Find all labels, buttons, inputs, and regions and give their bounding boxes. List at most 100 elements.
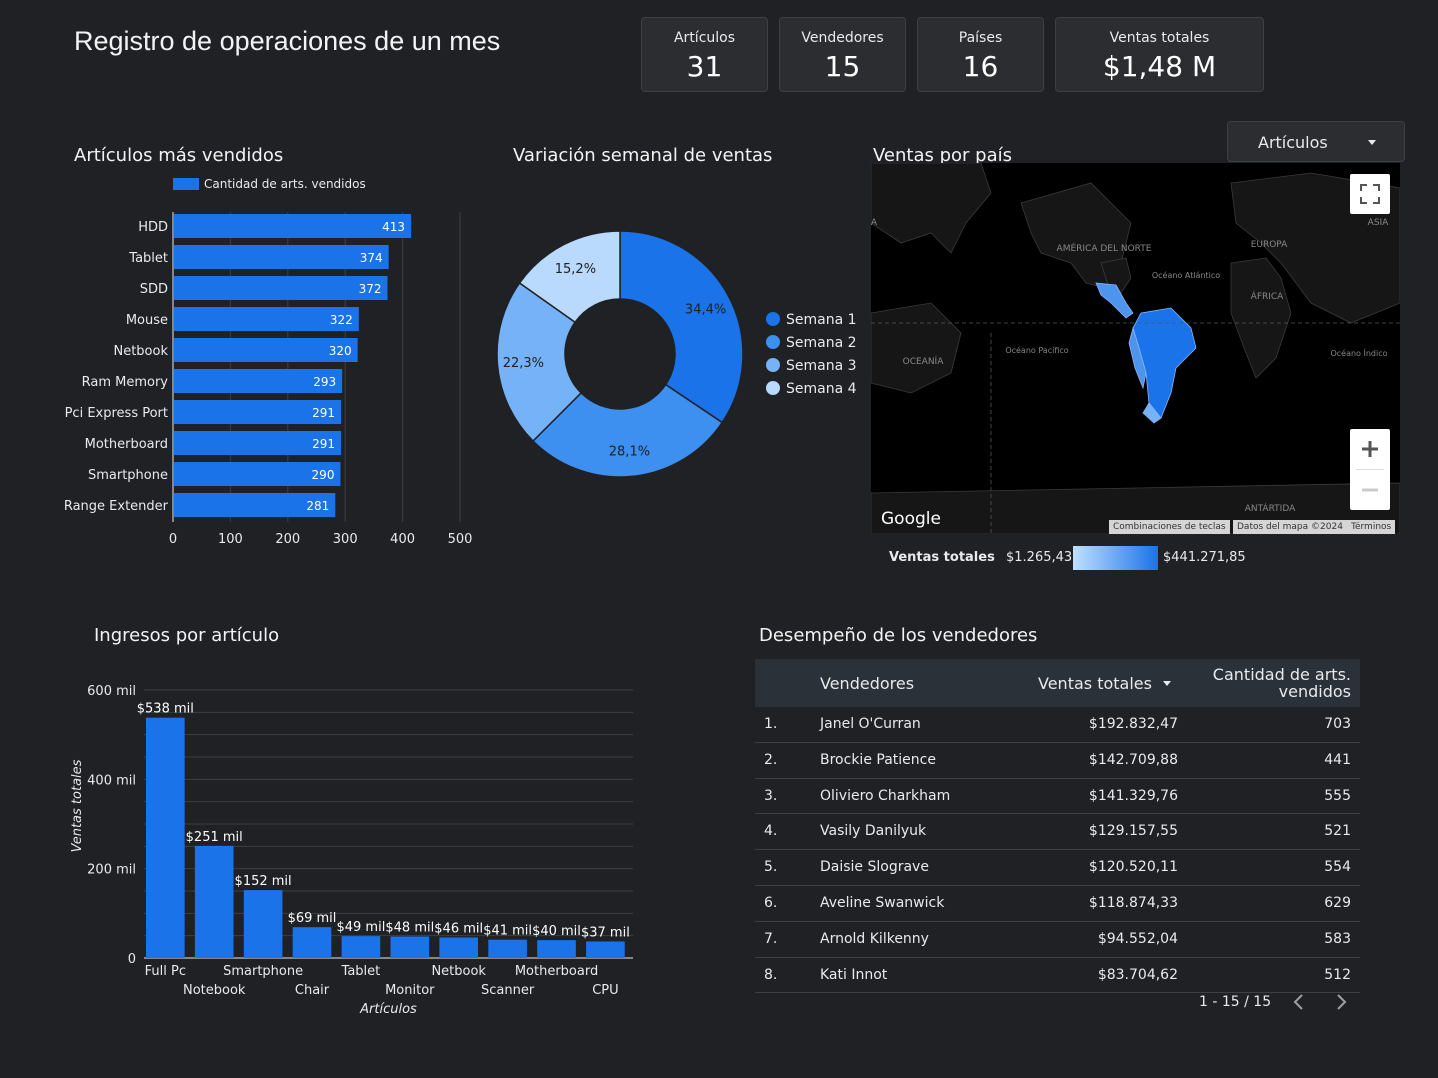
table-row[interactable]: 5. Daisie Slograve $120.520,11 554 [755, 850, 1360, 886]
next-page-icon[interactable] [1332, 992, 1350, 1012]
country-map[interactable]: ASIA A AMÉRICA DEL NORTE EUROPA Océano A… [871, 163, 1400, 534]
bar[interactable] [341, 936, 381, 958]
table-row[interactable]: 2. Brockie Patience $142.709,88 441 [755, 743, 1360, 779]
bar[interactable] [174, 276, 388, 300]
plus-icon [1362, 441, 1378, 457]
zoom-out-button[interactable] [1350, 470, 1390, 510]
kpi-value: 16 [962, 50, 999, 83]
category-label: Netbook [431, 964, 486, 979]
table-row[interactable]: 4. Vasily Danilyuk $129.157,55 521 [755, 814, 1360, 851]
seller-sales: $118.874,33 [1088, 894, 1178, 911]
seller-items: 703 [1324, 716, 1351, 732]
bar-value-label: $251 mil [186, 830, 243, 845]
category-label: Tablet [128, 251, 168, 266]
sellers-title: Desempeño de los vendedores [759, 625, 1038, 646]
y-tick-label: 400 mil [87, 773, 136, 788]
prev-page-icon[interactable] [1290, 992, 1308, 1012]
category-label: Tablet [341, 964, 381, 979]
seller-name: Oliviero Charkham [820, 787, 951, 804]
legend-dot [766, 312, 780, 326]
x-tick-label: 100 [218, 532, 243, 547]
map-legend-min: $1.265,43 [1006, 550, 1073, 565]
kpi-value: $1,48 M [1102, 50, 1217, 83]
category-label: Notebook [183, 983, 246, 998]
col-ventas-totales[interactable]: Ventas totales [1038, 674, 1152, 693]
donut-slice[interactable] [619, 230, 744, 424]
bar[interactable] [390, 936, 430, 958]
table-row[interactable]: 8. Kati Innot $83.704,62 512 [755, 958, 1360, 994]
seller-sales: $141.329,76 [1088, 787, 1178, 804]
legend-label[interactable]: Semana 3 [786, 358, 857, 374]
category-label: HDD [138, 220, 168, 235]
table-row[interactable]: 3. Oliviero Charkham $141.329,76 555 [755, 779, 1360, 815]
seller-items: 521 [1324, 823, 1351, 840]
map-label-edge: A [871, 218, 878, 228]
map-label-africa: ÁFRICA [1251, 290, 1285, 302]
bar[interactable] [586, 941, 625, 958]
row-index: 3. [764, 787, 778, 804]
row-index: 5. [764, 859, 778, 876]
table-row[interactable]: 7. Arnold Kilkenny $94.552,04 583 [755, 922, 1360, 958]
x-axis-title: Artículos [359, 1002, 417, 1017]
bar[interactable] [174, 214, 412, 238]
map-footer-shortcuts[interactable]: Combinaciones de teclas [1109, 520, 1230, 534]
map-footer-data: Datos del mapa ©2024 [1233, 520, 1347, 534]
seller-sales: $192.832,47 [1088, 716, 1178, 732]
legend-label: Cantidad de arts. vendidos [204, 177, 366, 191]
map-label-pacific: Océano Pacífico [1005, 345, 1068, 355]
map-label-asia: ASIA [1368, 218, 1390, 228]
bar[interactable] [537, 940, 576, 958]
bar[interactable] [194, 845, 234, 958]
table-row[interactable]: 6. Aveline Swanwick $118.874,33 629 [755, 886, 1360, 922]
pagination-label: 1 - 15 / 15 [1199, 994, 1272, 1010]
bar-value-label: 291 [312, 406, 335, 420]
bar[interactable] [292, 927, 332, 958]
zoom-controls [1350, 429, 1390, 510]
fullscreen-button[interactable] [1350, 174, 1390, 214]
map-footer-terms[interactable]: Términos [1347, 520, 1396, 534]
table-row[interactable]: 1. Janel O'Curran $192.832,47 703 [755, 707, 1360, 743]
category-label: Monitor [385, 983, 435, 998]
zoom-in-button[interactable] [1350, 429, 1390, 469]
minus-icon [1362, 488, 1378, 492]
kpi-label: Artículos [673, 30, 736, 46]
top-articles-chart: 0 100 200 300 400 500 413 HDD 374 Tablet 372 SDD 322… [64, 212, 472, 547]
seller-items: 583 [1324, 930, 1351, 947]
bar[interactable] [439, 937, 479, 958]
col-cantidad-line2[interactable]: vendidos [1279, 682, 1351, 701]
category-label: Smartphone [223, 964, 303, 979]
caret-down-icon [1368, 140, 1376, 145]
y-tick-label: 200 mil [87, 863, 136, 878]
seller-name: Kati Innot [820, 966, 888, 983]
seller-name: Brockie Patience [820, 751, 936, 768]
x-tick-label: 300 [333, 532, 358, 547]
col-vendedores[interactable]: Vendedores [820, 674, 914, 693]
bar[interactable] [174, 245, 389, 269]
legend-label[interactable]: Semana 4 [786, 381, 857, 397]
row-index: 6. [764, 894, 778, 911]
bar[interactable] [146, 717, 185, 958]
bar-value-label: $37 mil [581, 925, 630, 940]
seller-items: 629 [1324, 894, 1351, 911]
seller-items: 512 [1324, 966, 1351, 983]
kpi-paises: Países 16 [917, 17, 1044, 92]
sort-desc-icon[interactable] [1163, 681, 1171, 686]
kpi-articulos: Artículos 31 [641, 17, 768, 92]
map-label-antarctica: ANTÁRTIDA [1245, 502, 1296, 514]
kpi-ventas-totales: Ventas totales $1,48 M [1055, 17, 1264, 92]
weekly-donut-chart: 34,4% 28,1% 22,3% 15,2% Semana 1 Semana 2 Sema… [496, 230, 857, 478]
page-title: Registro de operaciones de un mes [74, 26, 501, 56]
legend-label[interactable]: Semana 2 [786, 335, 857, 351]
bar-value-label: 291 [312, 437, 335, 451]
seller-items: 554 [1324, 859, 1351, 876]
bar-value-label: $538 mil [137, 702, 194, 717]
bar[interactable] [488, 939, 527, 958]
bar-value-label: 413 [382, 220, 405, 234]
legend-label[interactable]: Semana 1 [786, 312, 857, 328]
category-label: CPU [592, 983, 618, 998]
bar[interactable] [243, 890, 283, 958]
category-label: Netbook [113, 344, 168, 359]
bar-value-label: 372 [359, 282, 382, 296]
fullscreen-icon [1360, 184, 1380, 204]
articulos-dropdown[interactable]: Artículos [1227, 121, 1405, 162]
